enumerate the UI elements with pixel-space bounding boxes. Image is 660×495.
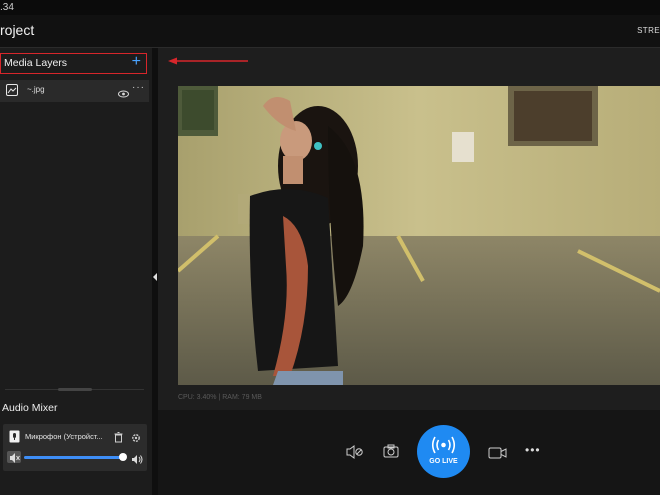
mute-icon[interactable]: [7, 451, 21, 463]
broadcast-icon: [431, 436, 456, 454]
audio-source-name: Микрофон (Устройст...: [25, 432, 103, 441]
volume-icon: [131, 452, 143, 470]
microphone-icon: [9, 430, 20, 443]
gear-icon[interactable]: [131, 430, 141, 448]
layer-name: ~.jpg: [27, 85, 45, 94]
volume-slider-thumb[interactable]: [118, 453, 127, 461]
layer-more-button[interactable]: ···: [132, 82, 145, 93]
project-title: roject: [0, 22, 35, 38]
preview-image: [178, 86, 660, 385]
mute-microphone-icon[interactable]: [346, 445, 364, 464]
go-live-label: GO LIVE: [429, 458, 458, 465]
volume-slider-fill: [24, 456, 123, 459]
trash-icon[interactable]: [114, 430, 123, 448]
go-live-button[interactable]: GO LIVE: [417, 425, 470, 478]
app-header: roject STRE: [0, 15, 660, 48]
camera-icon[interactable]: [383, 444, 399, 463]
media-layers-header: Media Layers +: [0, 53, 147, 74]
audio-source-card: Микрофон (Устройст...: [3, 424, 147, 471]
video-preview[interactable]: [178, 86, 660, 385]
audio-mixer-title: Audio Mixer: [2, 402, 58, 414]
resize-handle[interactable]: [58, 388, 92, 391]
add-layer-button[interactable]: +: [132, 53, 141, 71]
image-icon: [6, 84, 18, 96]
stream-settings-button[interactable]: STRE: [637, 26, 660, 35]
annotation-arrow: [168, 57, 248, 65]
performance-stats: CPU: 3.40% | RAM: 79 MB: [178, 394, 262, 401]
media-layers-title: Media Layers: [4, 57, 68, 69]
app-version: .34: [0, 2, 14, 13]
media-layer-item[interactable]: ~.jpg ···: [0, 80, 149, 102]
video-camera-icon[interactable]: [488, 446, 507, 464]
volume-slider[interactable]: [24, 453, 127, 461]
window-titlebar: .34: [0, 0, 660, 15]
controls-bar: [158, 410, 660, 495]
more-options-button[interactable]: •••: [525, 443, 541, 457]
eye-icon[interactable]: [118, 85, 129, 103]
